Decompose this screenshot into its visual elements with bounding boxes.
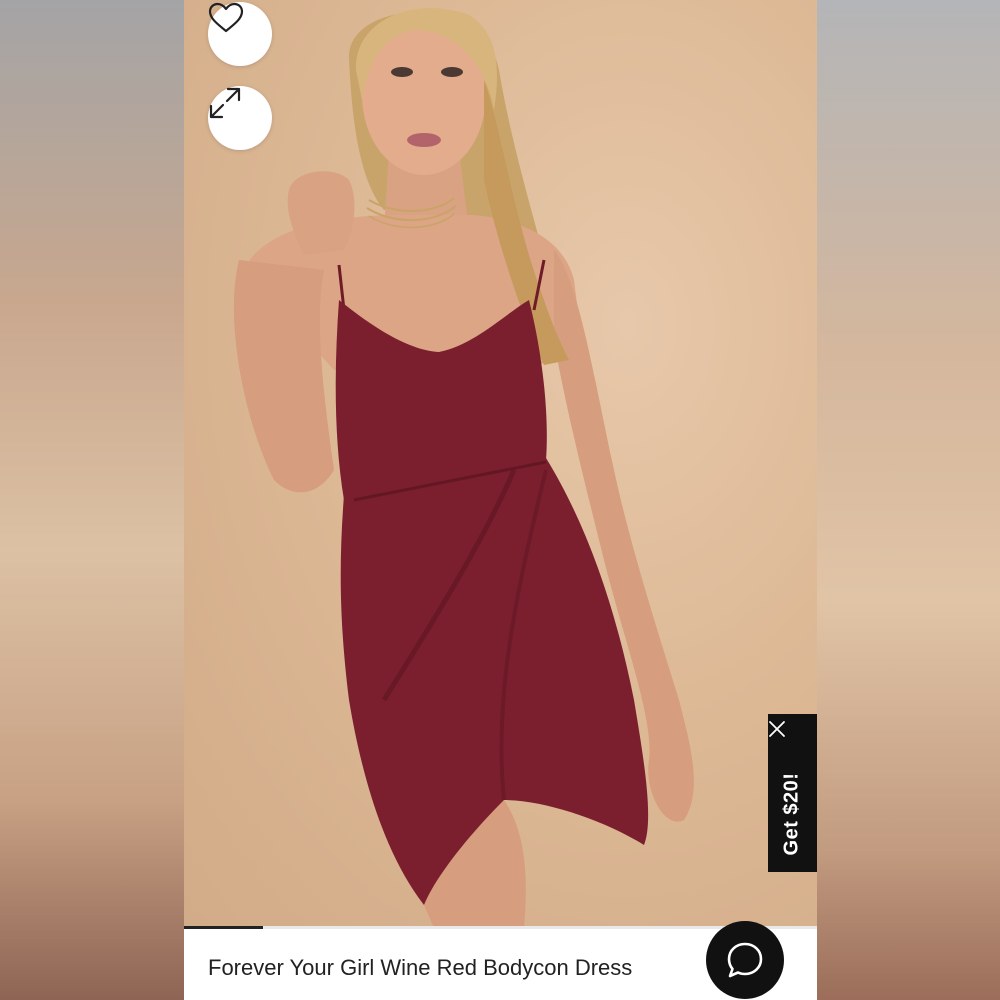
favorite-button[interactable] [208,2,272,66]
expand-icon [209,87,241,119]
product-screen: Get $20! Forever Your Girl Wine Red Body… [184,0,817,1000]
product-title: Forever Your Girl Wine Red Bodycon Dress [208,955,633,980]
heart-icon [208,2,244,33]
promo-label[interactable]: Get $20! [781,773,804,856]
expand-image-button[interactable] [208,86,272,150]
blurred-background-left [0,0,184,1000]
promo-close-button[interactable] [768,720,817,754]
chat-button[interactable] [706,921,784,999]
chat-icon [727,942,763,978]
close-icon [769,721,785,737]
promo-tab[interactable]: Get $20! [768,714,817,872]
product-image[interactable]: Get $20! [184,0,817,928]
model-illustration [233,8,694,928]
blurred-background-right [816,0,1000,1000]
